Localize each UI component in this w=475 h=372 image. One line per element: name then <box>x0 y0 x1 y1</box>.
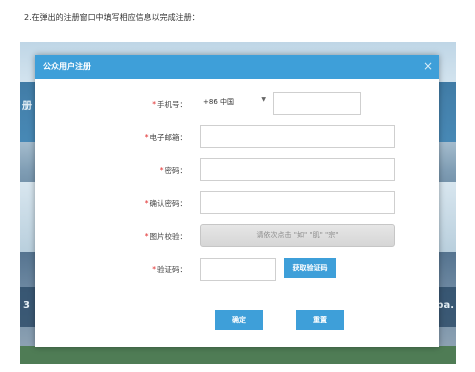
phone-label: *手机号： <box>152 100 187 109</box>
sms-code-input[interactable] <box>200 258 276 281</box>
required-mark: * <box>152 100 156 109</box>
confirm-password-field[interactable] <box>200 191 395 214</box>
dialog-header: 公众用户注册 × <box>35 55 439 79</box>
background-footer <box>20 346 456 364</box>
country-code-select[interactable]: +86 中国 ▼ <box>200 92 270 112</box>
country-code-value: +86 中国 <box>203 98 234 106</box>
get-code-button[interactable]: 获取验证码 <box>284 258 336 278</box>
chevron-down-icon: ▼ <box>261 96 266 103</box>
sms-code-label: *验证码： <box>152 265 187 274</box>
background-left-text: 册 <box>22 101 32 112</box>
confirm-button[interactable]: 确定 <box>215 310 263 330</box>
image-captcha-label: *图片校验： <box>144 232 187 241</box>
dialog-title: 公众用户注册 <box>43 62 91 71</box>
email-label: *电子邮箱： <box>144 133 187 142</box>
register-dialog: 公众用户注册 × *手机号： +86 中国 ▼ *电子邮箱： *密码： *确认密… <box>35 55 439 347</box>
image-captcha-box[interactable]: 请依次点击 "如" "肌" "宗" <box>200 224 395 247</box>
instruction-text: 2.在弹出的注册窗口中填写相应信息以完成注册： <box>24 13 200 22</box>
close-icon[interactable]: × <box>423 58 433 74</box>
phone-input[interactable] <box>273 92 361 115</box>
reset-button[interactable]: 重置 <box>296 310 344 330</box>
password-field[interactable] <box>200 158 395 181</box>
background-left-text-2: 3 <box>23 300 30 311</box>
password-label: *密码： <box>159 166 187 175</box>
confirm-password-label: *确认密码： <box>144 199 187 208</box>
email-field[interactable] <box>200 125 395 148</box>
